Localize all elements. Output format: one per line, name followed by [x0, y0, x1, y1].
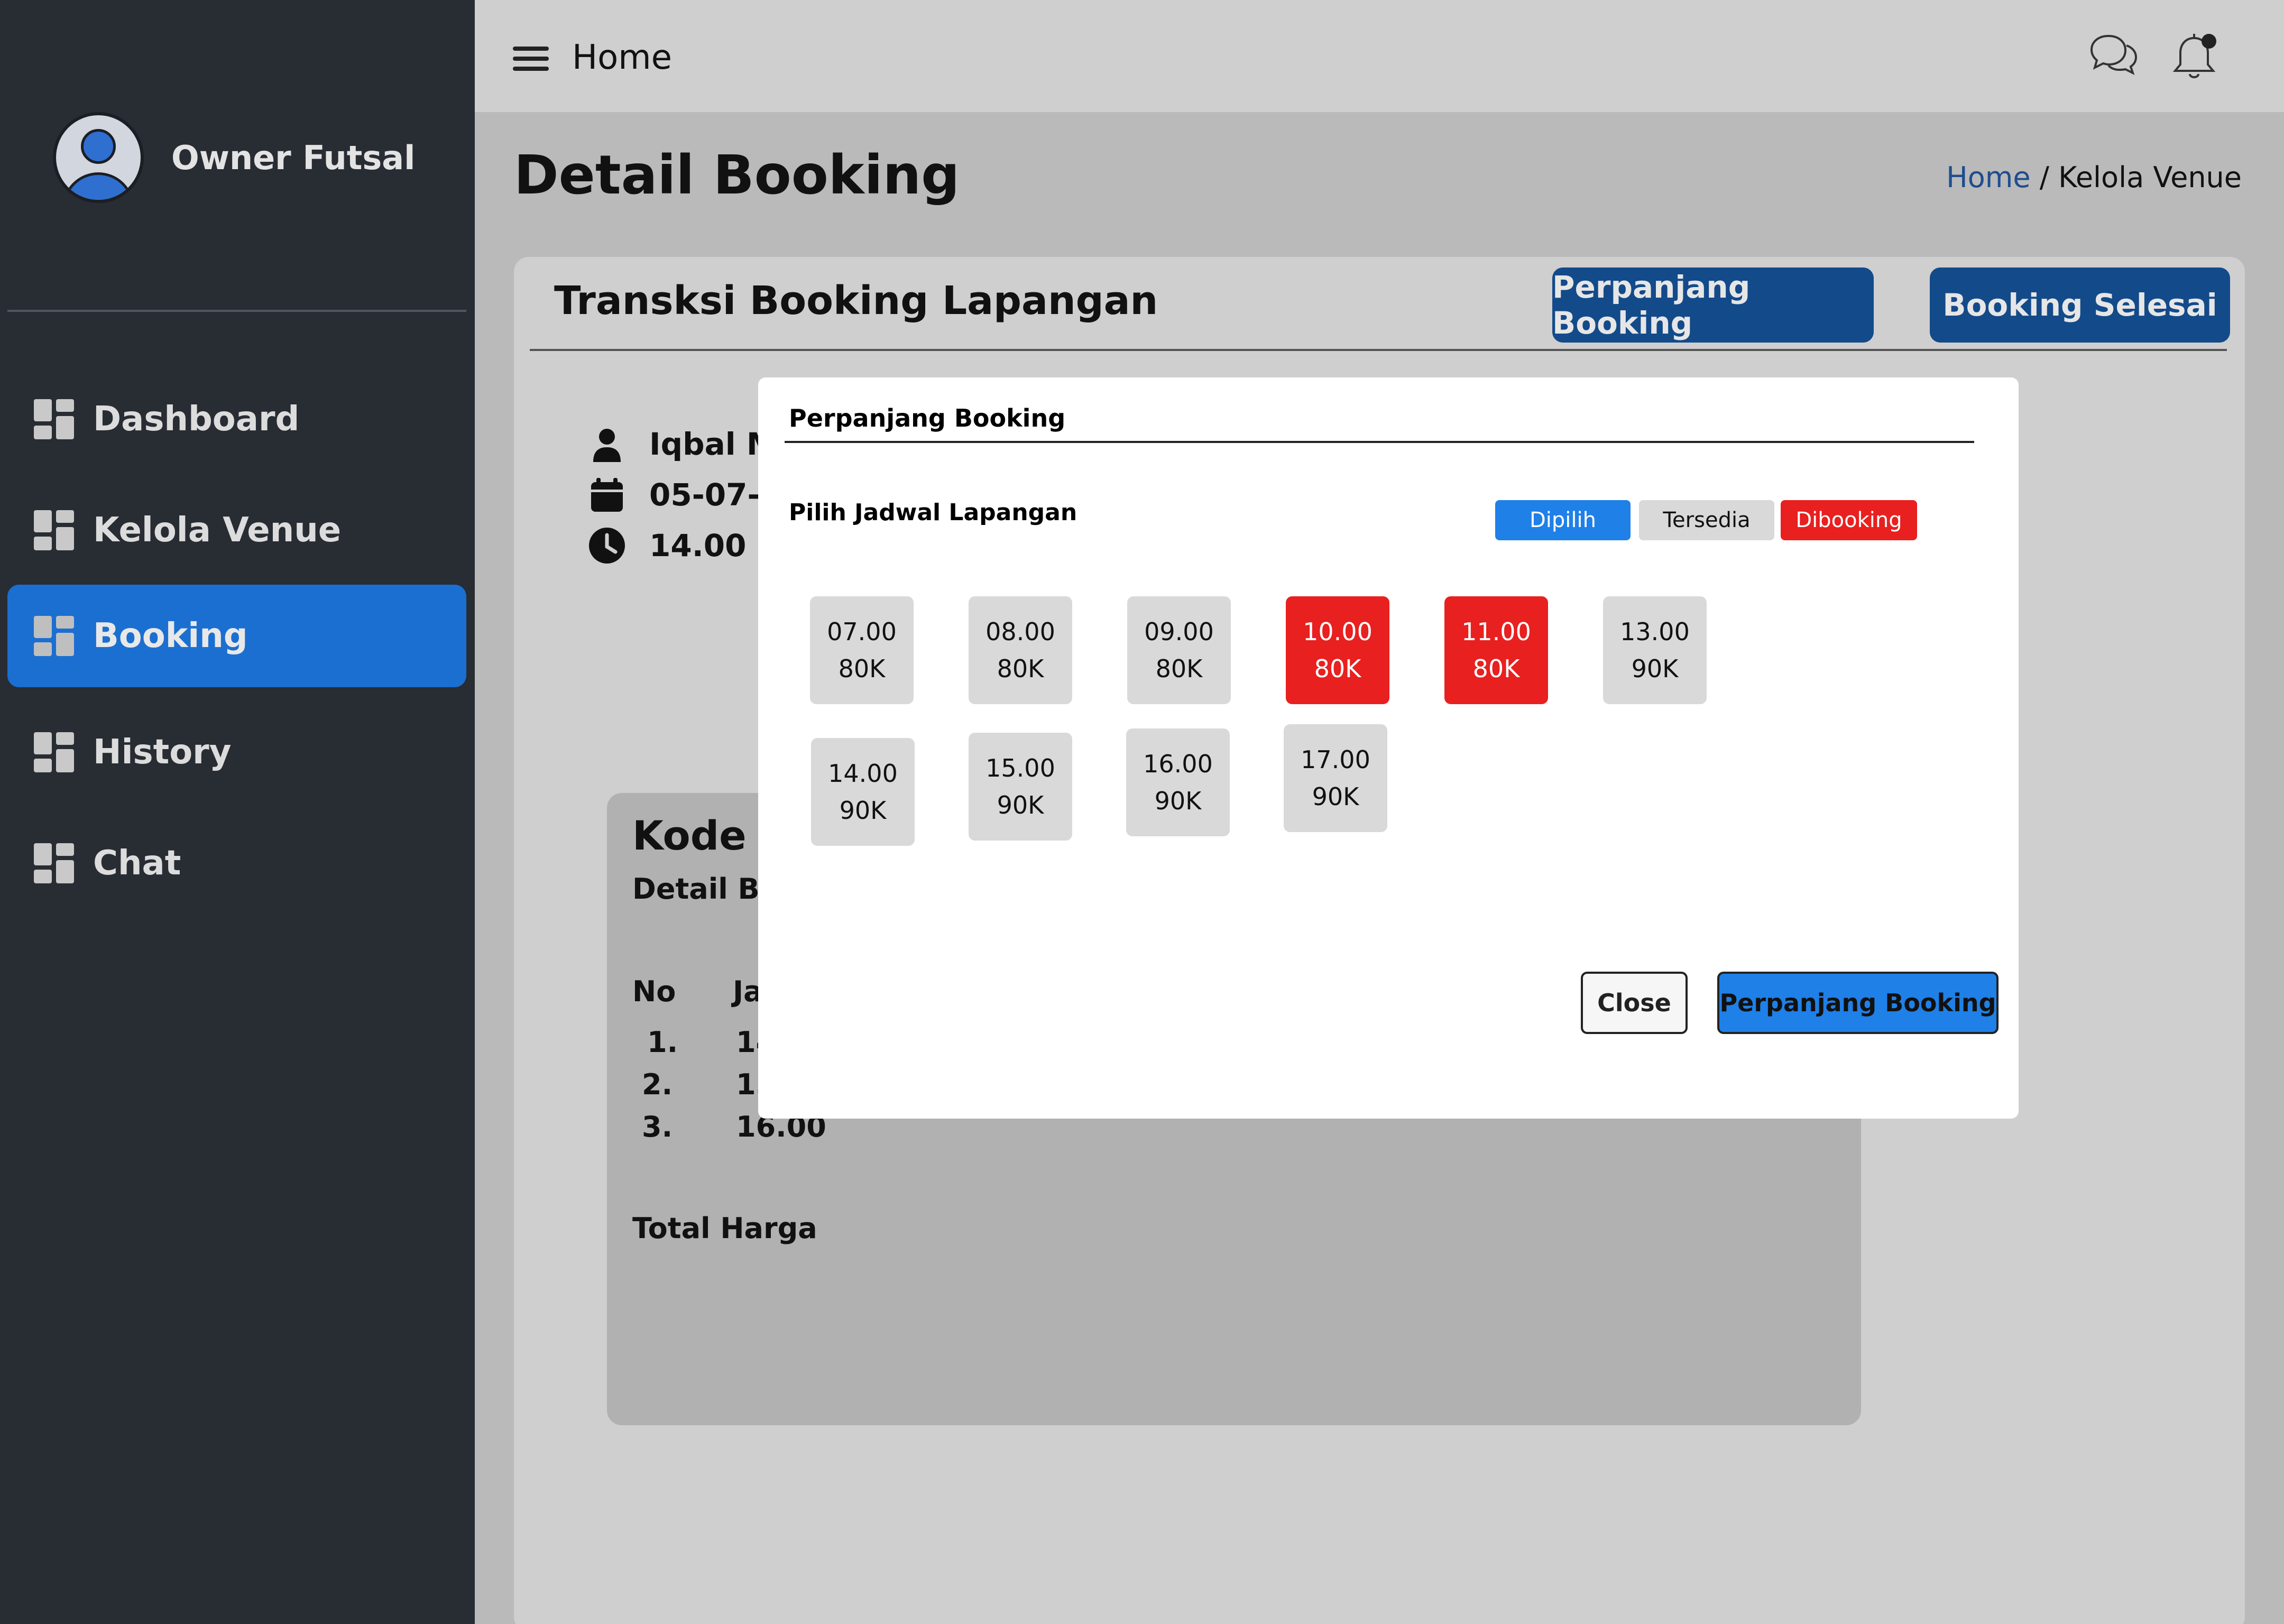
time-slot[interactable]: 10.00 80K — [1286, 596, 1389, 704]
legend-booked: Dibooking — [1781, 500, 1917, 540]
time-slot[interactable]: 08.00 80K — [969, 596, 1072, 704]
avatar-icon — [53, 112, 144, 203]
slot-time: 13.00 — [1620, 617, 1690, 646]
submit-extend-button[interactable]: Perpanjang Booking — [1717, 972, 1998, 1034]
slot-time: 11.00 — [1461, 617, 1531, 646]
booking-date-row: 05-07- — [588, 476, 760, 514]
modal-divider — [785, 441, 1974, 443]
table-cell-no: 3. — [642, 1110, 673, 1143]
slot-time: 08.00 — [986, 617, 1055, 646]
time-slot[interactable]: 16.00 90K — [1126, 728, 1230, 836]
dashboard-icon — [34, 843, 74, 883]
sidebar-divider — [7, 310, 466, 312]
time-slot[interactable]: 17.00 90K — [1284, 724, 1387, 832]
page-title: Detail Booking — [514, 144, 960, 207]
sidebar-item-label: Kelola Venue — [93, 511, 342, 550]
sidebar-item-label: Booking — [93, 616, 248, 656]
slot-time: 16.00 — [1143, 750, 1213, 778]
time-slot[interactable]: 07.00 80K — [810, 596, 914, 704]
breadcrumb: Home / Kelola Venue — [1946, 161, 2242, 194]
customer-name-row: Iqbal M — [588, 425, 777, 463]
user-icon — [593, 429, 621, 462]
table-cell-no: 2. — [642, 1068, 673, 1101]
slot-price: 80K — [1472, 654, 1520, 683]
slot-time: 17.00 — [1301, 745, 1370, 774]
time-slot[interactable]: 14.00 90K — [811, 738, 915, 846]
bell-icon[interactable] — [2169, 31, 2219, 84]
dashboard-icon — [34, 510, 74, 550]
slot-price: 80K — [1155, 654, 1203, 683]
extend-booking-button[interactable]: Perpanjang Booking — [1552, 267, 1874, 343]
top-bar-title: Home — [572, 38, 672, 77]
sidebar-item-booking[interactable]: Booking — [7, 585, 466, 687]
owner-name: Owner Futsal — [171, 138, 416, 177]
menu-icon[interactable] — [513, 47, 549, 71]
time-slot[interactable]: 13.00 90K — [1603, 596, 1707, 704]
top-bar: Home — [475, 0, 2284, 112]
dashboard-icon — [34, 616, 74, 656]
slot-price: 80K — [997, 654, 1044, 683]
legend-selected: Dipilih — [1495, 500, 1631, 540]
time-slot[interactable]: 15.00 90K — [969, 733, 1072, 841]
dashboard-icon — [34, 732, 74, 772]
slot-price: 90K — [997, 791, 1044, 819]
clock-icon — [589, 528, 625, 564]
slot-time: 09.00 — [1144, 617, 1214, 646]
slot-price: 90K — [1312, 782, 1359, 811]
card-title: Transksi Booking Lapangan — [554, 278, 1158, 324]
sidebar: Owner Futsal Dashboard Kelola Venue Book… — [0, 0, 475, 1624]
slot-price: 80K — [838, 654, 886, 683]
legend-available: Tersedia — [1639, 500, 1774, 540]
modal-title: Perpanjang Booking — [789, 404, 1066, 432]
slot-time: 15.00 — [986, 754, 1055, 782]
dashboard-icon — [34, 399, 74, 439]
sidebar-item-label: Chat — [93, 844, 181, 883]
slot-price: 90K — [839, 796, 887, 825]
table-cell-no: 1. — [647, 1026, 678, 1059]
slot-time: 10.00 — [1303, 617, 1373, 646]
time-slot[interactable]: 11.00 80K — [1444, 596, 1548, 704]
sidebar-item-label: Dashboard — [93, 400, 300, 439]
slot-time: 14.00 — [828, 759, 898, 788]
sidebar-item-label: History — [93, 733, 232, 772]
finish-booking-button[interactable]: Booking Selesai — [1930, 267, 2230, 343]
chat-icon[interactable] — [2087, 29, 2140, 81]
slot-price: 90K — [1154, 787, 1202, 815]
slot-price: 80K — [1314, 654, 1361, 683]
extend-booking-modal: Perpanjang Booking Pilih Jadwal Lapangan… — [758, 377, 2019, 1119]
calendar-icon — [591, 478, 623, 512]
slot-time: 07.00 — [827, 617, 897, 646]
card-divider — [530, 349, 2227, 351]
schedule-subtitle: Pilih Jadwal Lapangan — [789, 499, 1077, 526]
total-price-label: Total Harga — [632, 1212, 817, 1245]
sidebar-item-kelola-venue[interactable]: Kelola Venue — [7, 479, 466, 582]
breadcrumb-home-link[interactable]: Home — [1946, 161, 2030, 194]
time-slot[interactable]: 09.00 80K — [1127, 596, 1231, 704]
breadcrumb-current: Kelola Venue — [2058, 161, 2242, 194]
close-button[interactable]: Close — [1581, 972, 1688, 1034]
slot-price: 90K — [1631, 654, 1679, 683]
breadcrumb-separator: / — [2030, 161, 2059, 194]
sidebar-item-dashboard[interactable]: Dashboard — [7, 368, 466, 470]
table-header-no: No — [632, 975, 676, 1008]
sidebar-item-history[interactable]: History — [7, 701, 466, 804]
profile: Owner Futsal — [53, 112, 415, 203]
booking-date: 05-07- — [649, 477, 760, 513]
sidebar-item-chat[interactable]: Chat — [7, 812, 466, 915]
